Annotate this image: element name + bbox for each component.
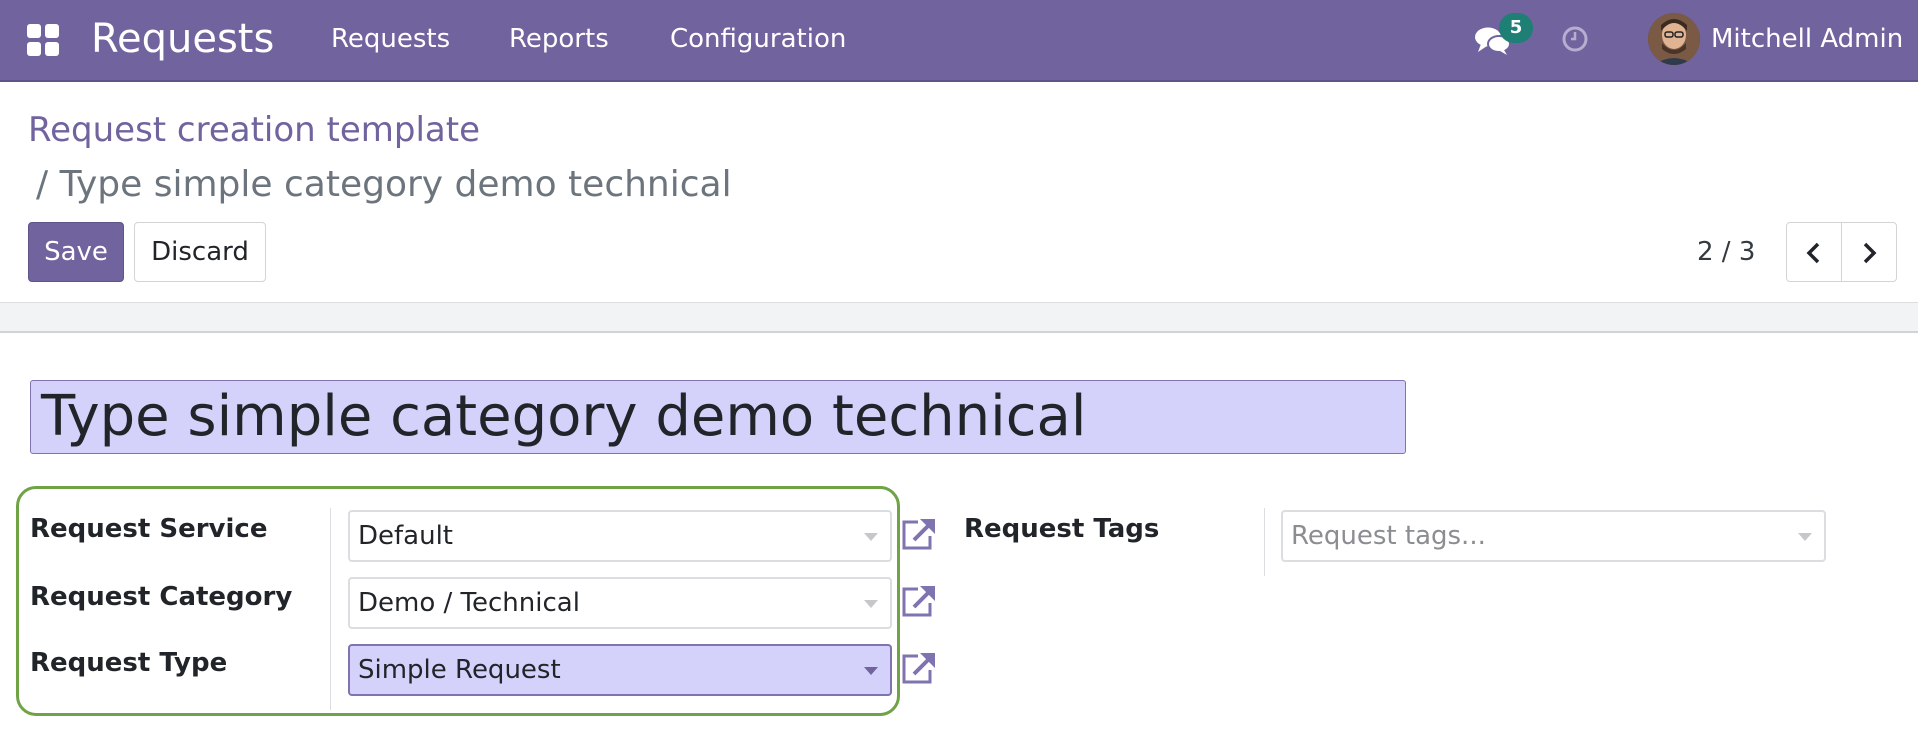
user-avatar[interactable] [1648, 13, 1700, 65]
label-separator [1264, 508, 1265, 576]
dropdown-caret-icon [864, 533, 878, 541]
user-name[interactable]: Mitchell Admin [1711, 22, 1903, 56]
open-record-icon[interactable] [898, 581, 938, 621]
request-type-select[interactable]: Simple Request [348, 644, 892, 696]
app-title[interactable]: Requests [91, 14, 274, 64]
dropdown-caret-icon [864, 667, 878, 675]
open-record-icon[interactable] [898, 514, 938, 554]
request-service-label: Request Service [30, 514, 268, 544]
app-menu-grid-icon[interactable] [27, 24, 61, 58]
dropdown-caret-icon [864, 600, 878, 608]
dropdown-caret-icon [1798, 533, 1812, 541]
top-navbar: Requests Requests Reports Configuration … [0, 0, 1918, 82]
breadcrumb-parent[interactable]: Request creation template [28, 108, 480, 152]
breadcrumb-current: / Type simple category demo technical [36, 164, 732, 205]
request-type-label: Request Type [30, 648, 228, 678]
menu-configuration[interactable]: Configuration [670, 22, 846, 56]
record-title-input[interactable]: Type simple category demo technical [30, 380, 1406, 454]
request-tags-input[interactable]: Request tags... [1281, 510, 1826, 562]
pager-previous-button[interactable] [1786, 222, 1842, 282]
save-button[interactable]: Save [28, 222, 124, 282]
pager-value[interactable]: 2 / 3 [1697, 234, 1755, 270]
request-tags-placeholder: Request tags... [1291, 521, 1486, 551]
control-panel-divider [0, 302, 1918, 333]
request-category-select[interactable]: Demo / Technical [348, 577, 892, 629]
pager-next-button[interactable] [1841, 222, 1897, 282]
request-type-value: Simple Request [358, 655, 561, 685]
request-service-value: Default [358, 521, 453, 551]
request-category-label: Request Category [30, 582, 293, 612]
label-separator [330, 508, 331, 710]
request-tags-label: Request Tags [964, 514, 1160, 544]
open-record-icon[interactable] [898, 648, 938, 688]
menu-reports[interactable]: Reports [509, 22, 609, 56]
menu-requests[interactable]: Requests [331, 22, 450, 56]
request-service-select[interactable]: Default [348, 510, 892, 562]
request-category-value: Demo / Technical [358, 588, 580, 618]
messages-badge: 5 [1499, 13, 1533, 43]
clock-icon[interactable] [1560, 24, 1590, 54]
chevron-right-icon [1863, 242, 1877, 264]
discard-button[interactable]: Discard [134, 222, 266, 282]
chevron-left-icon [1806, 242, 1820, 264]
